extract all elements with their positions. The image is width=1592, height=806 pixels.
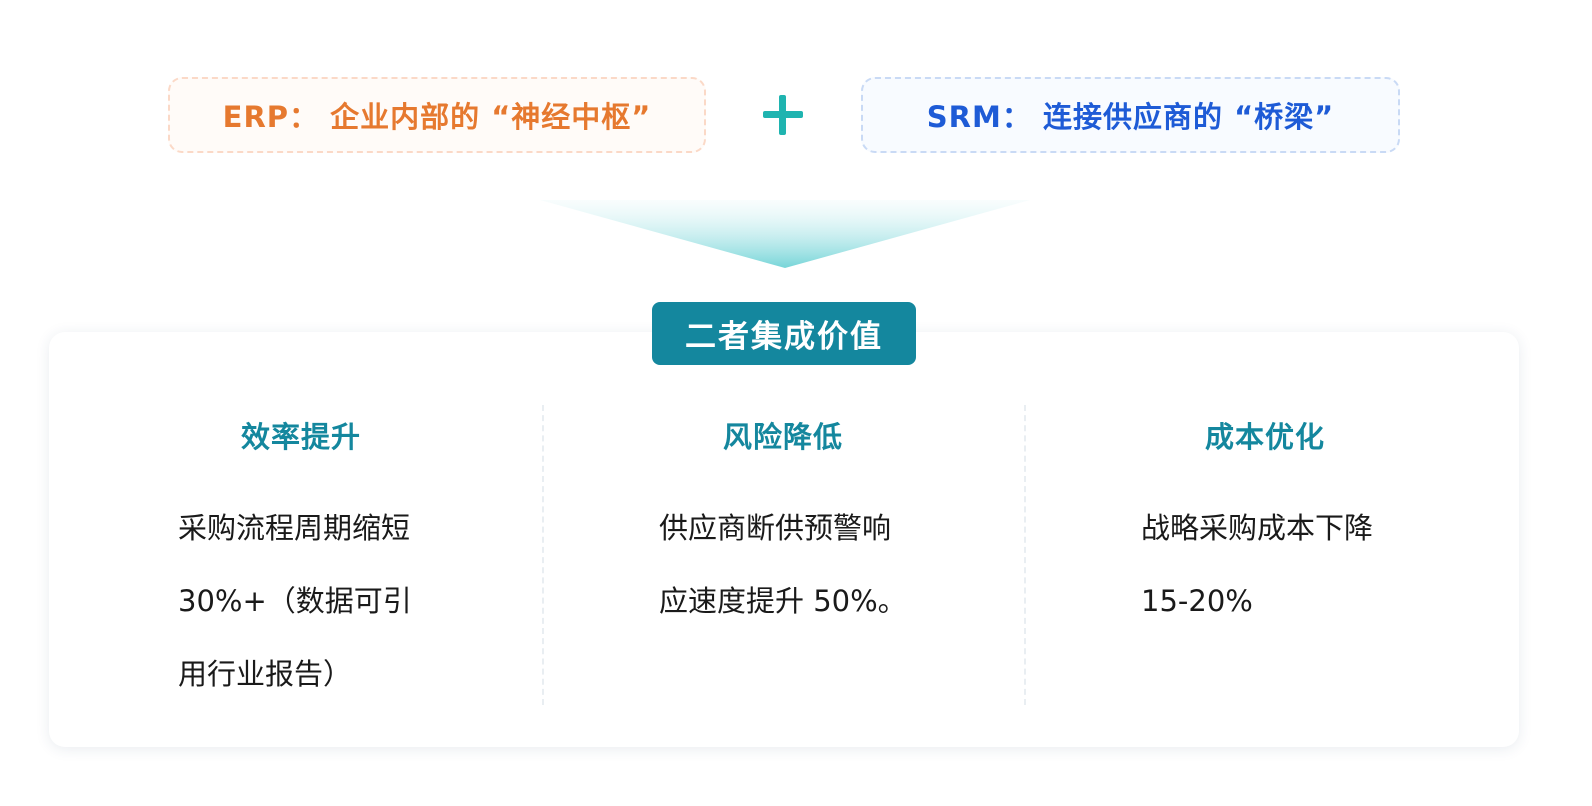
column-line: 战略采购成本下降 — [1141, 511, 1374, 545]
column-line: 应速度提升 50%。 — [659, 584, 907, 618]
diagram-canvas: ERP： 企业内部的 “神经中枢” SRM： 连接供应商的 “桥梁” 二者集成价… — [0, 0, 1592, 806]
srm-label: SRM： 连接供应商的 “桥梁” — [926, 100, 1335, 134]
column-title-efficiency: 效率提升 — [240, 420, 361, 454]
erp-label: ERP： 企业内部的 “神经中枢” — [222, 100, 652, 134]
plus-icon — [761, 93, 805, 137]
funnel-arrow-shape — [540, 200, 1030, 268]
column-body-cost: 战略采购成本下降 15-20% — [1141, 492, 1411, 638]
column-line: 用行业报告） — [178, 657, 353, 691]
column-body-efficiency: 采购流程周期缩短 30%+（数据可引 用行业报告） — [178, 492, 448, 711]
column-line: 15-20% — [1141, 584, 1253, 618]
column-divider-2 — [1024, 405, 1026, 705]
column-divider-1 — [542, 405, 544, 705]
column-line: 供应商断供预警响 — [659, 511, 892, 545]
column-title-risk: 风险降低 — [722, 420, 843, 454]
column-line: 采购流程周期缩短 — [178, 511, 411, 545]
column-title-cost: 成本优化 — [1204, 420, 1325, 454]
erp-box: ERP： 企业内部的 “神经中枢” — [168, 77, 706, 153]
integration-title: 二者集成价值 — [685, 319, 883, 355]
integration-title-badge: 二者集成价值 — [652, 302, 916, 365]
column-line: 30%+（数据可引 — [178, 584, 412, 618]
column-body-risk: 供应商断供预警响 应速度提升 50%。 — [659, 492, 929, 638]
srm-box: SRM： 连接供应商的 “桥梁” — [861, 77, 1400, 153]
plus-icon-vertical — [779, 95, 786, 135]
funnel-arrow — [540, 200, 1030, 268]
